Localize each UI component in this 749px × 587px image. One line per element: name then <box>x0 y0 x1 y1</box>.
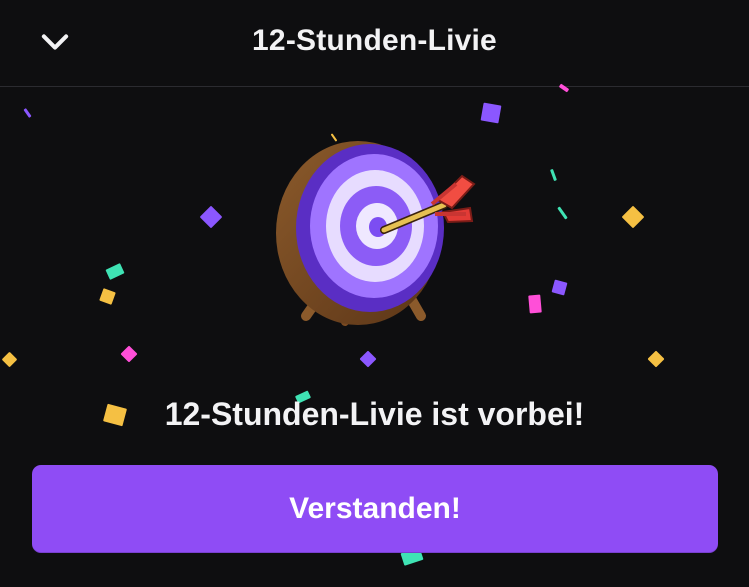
page-title: 12-Stunden-Livie <box>252 24 497 57</box>
header-bar: 12-Stunden-Livie <box>0 0 749 87</box>
confetti-piece <box>359 350 377 368</box>
confetti-piece <box>550 168 557 182</box>
confetti-piece <box>120 345 138 363</box>
confetti-piece <box>105 263 125 280</box>
confetti-piece <box>99 288 116 305</box>
confetti-piece <box>647 350 665 368</box>
completion-message: 12-Stunden-Livie ist vorbei! <box>164 396 585 432</box>
target-with-arrow-icon <box>276 141 476 326</box>
confirm-button[interactable]: Verstanden! <box>32 465 718 553</box>
target-illustration <box>262 126 490 336</box>
confetti-piece <box>557 206 568 220</box>
confetti-piece <box>1 351 18 368</box>
confirm-button-label: Verstanden! <box>289 492 461 525</box>
completion-screen: 12-Stunden-Livie 12-Stunden-Livie ist vo… <box>0 0 749 587</box>
confetti-piece <box>621 205 645 229</box>
confetti-piece <box>23 108 32 118</box>
confetti-piece <box>480 102 502 124</box>
confetti-piece <box>199 205 223 229</box>
confetti-piece <box>551 279 568 296</box>
confetti-piece <box>528 294 542 314</box>
